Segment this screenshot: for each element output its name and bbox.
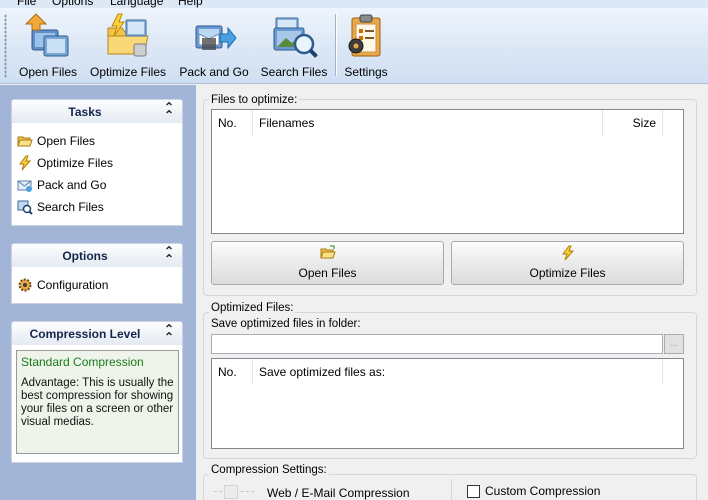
open-files-button-label: Open Files: [298, 266, 357, 280]
compression-level-group-title: Compression Level: [29, 327, 141, 341]
main-area: Files to optimize: No. Filenames Size Op…: [196, 85, 708, 500]
task-optimize-files[interactable]: Optimize Files: [17, 154, 113, 172]
toolbar-search-files-button[interactable]: Search Files: [258, 12, 330, 84]
tasks-group-header[interactable]: Tasks ⌃ ⌃: [11, 99, 183, 123]
task-pack-and-go-label: Pack and Go: [37, 178, 107, 192]
options-group-title: Options: [62, 249, 108, 263]
browse-folder-button[interactable]: ...: [664, 334, 684, 354]
menu-bar: File Options Language Help: [0, 0, 708, 8]
task-search-files[interactable]: Search Files: [17, 198, 104, 216]
menu-help[interactable]: Help: [178, 0, 203, 8]
compression-level-info: Standard Compression Advantage: This is …: [16, 350, 179, 454]
search-icon: [17, 199, 33, 215]
task-pane: Tasks ⌃ ⌃ Open Files Optimize Files Pack …: [0, 85, 196, 500]
files-to-optimize-list[interactable]: No. Filenames Size: [211, 109, 684, 234]
compression-level-group-body: Standard Compression Advantage: This is …: [11, 345, 183, 463]
toolbar-settings-label: Settings: [344, 65, 388, 79]
toolbar-open-files-label: Open Files: [18, 65, 78, 79]
task-open-files[interactable]: Open Files: [17, 132, 95, 150]
open-files-icon: [24, 12, 72, 60]
save-folder-input[interactable]: [211, 334, 663, 354]
compression-mode-label: Standard Compression: [21, 355, 144, 369]
collapse-chevron-icon[interactable]: ⌃ ⌃: [164, 323, 174, 343]
compression-description: Advantage: This is usually the best comp…: [21, 377, 174, 428]
task-configuration-label: Configuration: [37, 278, 109, 292]
column-header-filenames[interactable]: Filenames: [253, 110, 603, 136]
compression-slider-thumb[interactable]: [224, 485, 238, 499]
toolbar-settings-button[interactable]: Settings: [340, 12, 392, 84]
toolbar-separator: [335, 14, 336, 76]
toolbar-pack-and-go-button[interactable]: Pack and Go: [178, 12, 250, 84]
toolbar-grip[interactable]: [4, 14, 7, 78]
options-group-body: Configuration: [11, 267, 183, 304]
search-files-icon: [270, 12, 318, 60]
task-pack-and-go[interactable]: Pack and Go: [17, 176, 106, 194]
task-optimize-files-label: Optimize Files: [37, 156, 114, 170]
toolbar-optimize-files-label: Optimize Files: [89, 65, 166, 79]
files-list-header: No. Filenames Size: [212, 110, 683, 136]
menu-language[interactable]: Language: [110, 0, 163, 8]
files-to-optimize-legend: Files to optimize:: [209, 94, 300, 106]
column-header-no[interactable]: No.: [212, 359, 253, 385]
optimize-files-button[interactable]: Optimize Files: [451, 241, 684, 285]
toolbar-open-files-button[interactable]: Open Files: [14, 12, 82, 84]
lightning-icon: [17, 155, 33, 171]
collapse-chevron-icon[interactable]: ⌃ ⌃: [164, 245, 174, 265]
save-folder-label: Save optimized files in folder:: [211, 318, 361, 330]
optimize-files-icon: [104, 12, 152, 60]
task-open-files-label: Open Files: [37, 134, 96, 148]
lightning-icon: [560, 245, 576, 261]
gear-icon: [17, 277, 33, 293]
options-group-header[interactable]: Options ⌃ ⌃: [11, 243, 183, 267]
task-configuration[interactable]: Configuration: [17, 276, 108, 294]
menu-file[interactable]: File: [17, 0, 36, 8]
settings-icon: [342, 12, 390, 60]
toolbar-search-files-label: Search Files: [260, 65, 328, 79]
toolbar-optimize-files-button[interactable]: Optimize Files: [88, 12, 168, 84]
compression-settings-legend: Compression Settings:: [209, 464, 329, 476]
email-icon: [17, 177, 33, 193]
column-header-save-as[interactable]: Save optimized files as:: [253, 359, 663, 385]
folder-open-icon: [319, 245, 336, 261]
custom-compression-label[interactable]: Custom Compression: [485, 484, 600, 498]
tasks-group-title: Tasks: [68, 105, 102, 119]
optimized-files-legend: Optimized Files:: [209, 302, 296, 314]
compression-level-group-header[interactable]: Compression Level ⌃ ⌃: [11, 321, 183, 345]
optimize-files-button-label: Optimize Files: [529, 266, 606, 280]
toolbar-pack-and-go-label: Pack and Go: [179, 65, 249, 79]
tasks-group-body: Open Files Optimize Files Pack and Go Se…: [11, 123, 183, 226]
optimized-list-header: No. Save optimized files as:: [212, 359, 683, 385]
pack-and-go-icon: [190, 12, 238, 60]
column-header-size[interactable]: Size: [603, 110, 663, 136]
web-email-compression-label: Web / E-Mail Compression: [267, 486, 410, 500]
task-search-files-label: Search Files: [37, 200, 104, 214]
collapse-chevron-icon[interactable]: ⌃ ⌃: [164, 101, 174, 121]
column-header-no[interactable]: No.: [212, 110, 253, 136]
menu-options[interactable]: Options: [52, 0, 93, 8]
settings-divider: [451, 479, 452, 500]
custom-compression-checkbox[interactable]: [467, 485, 480, 498]
open-files-button[interactable]: Open Files: [211, 241, 444, 285]
optimized-files-list[interactable]: No. Save optimized files as:: [211, 358, 684, 449]
folder-open-icon: [17, 133, 33, 149]
toolbar: Open Files Optimize Files Pack and Go Se…: [0, 8, 708, 84]
